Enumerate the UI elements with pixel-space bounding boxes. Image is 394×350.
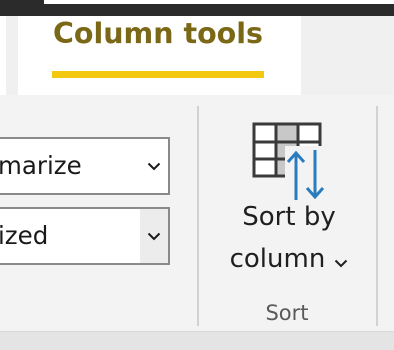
data-category-value: ized [0,221,49,250]
chevron-down-icon[interactable] [140,139,168,193]
chevron-down-icon[interactable] [334,255,348,271]
sort-by-column-button[interactable]: Sort by column [210,110,368,290]
group-separator [376,106,378,326]
data-category-dropdown[interactable]: ized [0,207,170,265]
previous-tab-edge[interactable] [0,16,6,95]
group-separator [197,106,199,326]
chevron-down-icon[interactable] [140,209,168,263]
sort-button-label-line1: Sort by [242,202,336,232]
sort-button-label-line2: column [229,244,326,274]
title-bar [0,0,394,16]
summarization-dropdown[interactable]: marize [0,137,170,195]
sort-group-label: Sort [265,301,309,325]
search-field-edge[interactable] [44,0,394,4]
sort-by-column-icon [251,120,331,208]
sort-button-label-line2-wrap: column [210,246,368,272]
ribbon-bottom-edge [0,331,394,350]
active-tab-indicator [52,71,264,78]
tab-column-tools-label: Column tools [53,17,263,50]
summarization-value: marize [0,151,82,180]
